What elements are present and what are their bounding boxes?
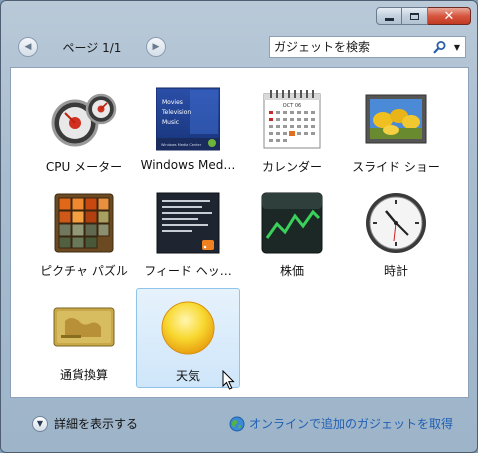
gadget-tile-clock[interactable]: 時計 xyxy=(344,184,448,284)
gadget-label: 時計 xyxy=(383,264,408,278)
toolbar: ◀ ページ 1/1 ▶ ▼ xyxy=(10,32,468,62)
maximize-button[interactable] xyxy=(402,7,428,25)
get-more-gadgets-online-link[interactable]: オンラインで追加のガジェットを取得 xyxy=(229,415,453,432)
chevron-down-icon: ▼ xyxy=(32,415,48,432)
show-details-toggle[interactable]: ▼ 詳細を表示する xyxy=(32,415,138,432)
calendar-icon: OCT 06 xyxy=(259,86,325,152)
footer: ▼ 詳細を表示する オンラインで追加のガジェットを取得 xyxy=(10,405,468,445)
globe-icon xyxy=(229,416,245,431)
clock-icon xyxy=(363,190,429,256)
slideshow-icon xyxy=(363,86,429,152)
show-details-label: 詳細を表示する xyxy=(54,417,139,431)
search-options-dropdown[interactable]: ▼ xyxy=(449,38,465,56)
gadget-label: カレンダー xyxy=(261,160,322,174)
gadget-tile-cpu-meter[interactable]: CPU メーター xyxy=(32,80,136,180)
get-more-gadgets-label: オンラインで追加のガジェットを取得 xyxy=(248,417,453,431)
stocks-icon xyxy=(259,190,325,256)
chevron-left-icon: ◀ xyxy=(24,42,32,52)
cpu-meter-icon xyxy=(51,86,117,152)
gadget-tile-picture-puzzle[interactable]: ピクチャ パズル xyxy=(32,184,136,284)
gadget-label: 株価 xyxy=(279,264,304,278)
calendar-month: OCT 06 xyxy=(283,103,301,109)
gadget-tile-stocks[interactable]: 株価 xyxy=(240,184,344,284)
gadget-tile-windows-media-center[interactable]: Movies Television Music Windows Media Ce… xyxy=(136,80,240,180)
close-button[interactable]: ✕ xyxy=(428,7,471,25)
search-box: ▼ xyxy=(269,36,466,58)
gadget-label: スライド ショー xyxy=(352,160,440,174)
minimize-button[interactable] xyxy=(376,7,402,25)
gadget-tile-currency[interactable]: 通貨換算 xyxy=(32,288,136,388)
gadget-gallery: CPU メーター Movies Television Music Windows… xyxy=(10,67,469,398)
gadget-label: フィード ヘッ… xyxy=(144,264,232,278)
currency-icon xyxy=(51,294,117,360)
picture-puzzle-icon xyxy=(51,190,117,256)
mouse-cursor-icon xyxy=(222,370,235,390)
media-center-icon: Movies Television Music Windows Media Ce… xyxy=(155,86,221,152)
close-icon: ✕ xyxy=(443,8,455,24)
gadget-tile-calendar[interactable]: OCT 06 カレンダー xyxy=(240,80,344,180)
search-icon[interactable] xyxy=(431,38,449,56)
pager: ◀ ページ 1/1 ▶ xyxy=(18,36,166,58)
feed-headlines-icon xyxy=(155,190,221,256)
gadget-tile-feed-headlines[interactable]: フィード ヘッ… xyxy=(136,184,240,284)
media-line: Television xyxy=(161,109,191,116)
minimize-icon xyxy=(384,17,394,21)
gadget-tile-slideshow[interactable]: スライド ショー xyxy=(344,80,448,180)
previous-page-button[interactable]: ◀ xyxy=(18,37,38,57)
chevron-down-icon: ▼ xyxy=(453,42,461,52)
gadget-label: Windows Med… xyxy=(140,158,236,172)
media-line: Movies xyxy=(162,99,183,106)
gadget-label: 通貨換算 xyxy=(59,368,108,382)
maximize-icon xyxy=(410,12,419,20)
gadget-gallery-window: ✕ ◀ ページ 1/1 ▶ ▼ xyxy=(0,0,478,453)
gadget-label: CPU メーター xyxy=(45,160,123,174)
page-indicator: ページ 1/1 xyxy=(62,40,122,55)
chevron-right-icon: ▶ xyxy=(152,42,160,52)
gadget-label: ピクチャ パズル xyxy=(40,264,128,278)
media-badge: Windows Media Center xyxy=(161,143,202,147)
search-input[interactable] xyxy=(270,37,431,57)
next-page-button[interactable]: ▶ xyxy=(145,37,166,57)
weather-icon xyxy=(155,295,221,361)
media-line: Music xyxy=(162,119,179,126)
caption-buttons: ✕ xyxy=(376,7,471,27)
